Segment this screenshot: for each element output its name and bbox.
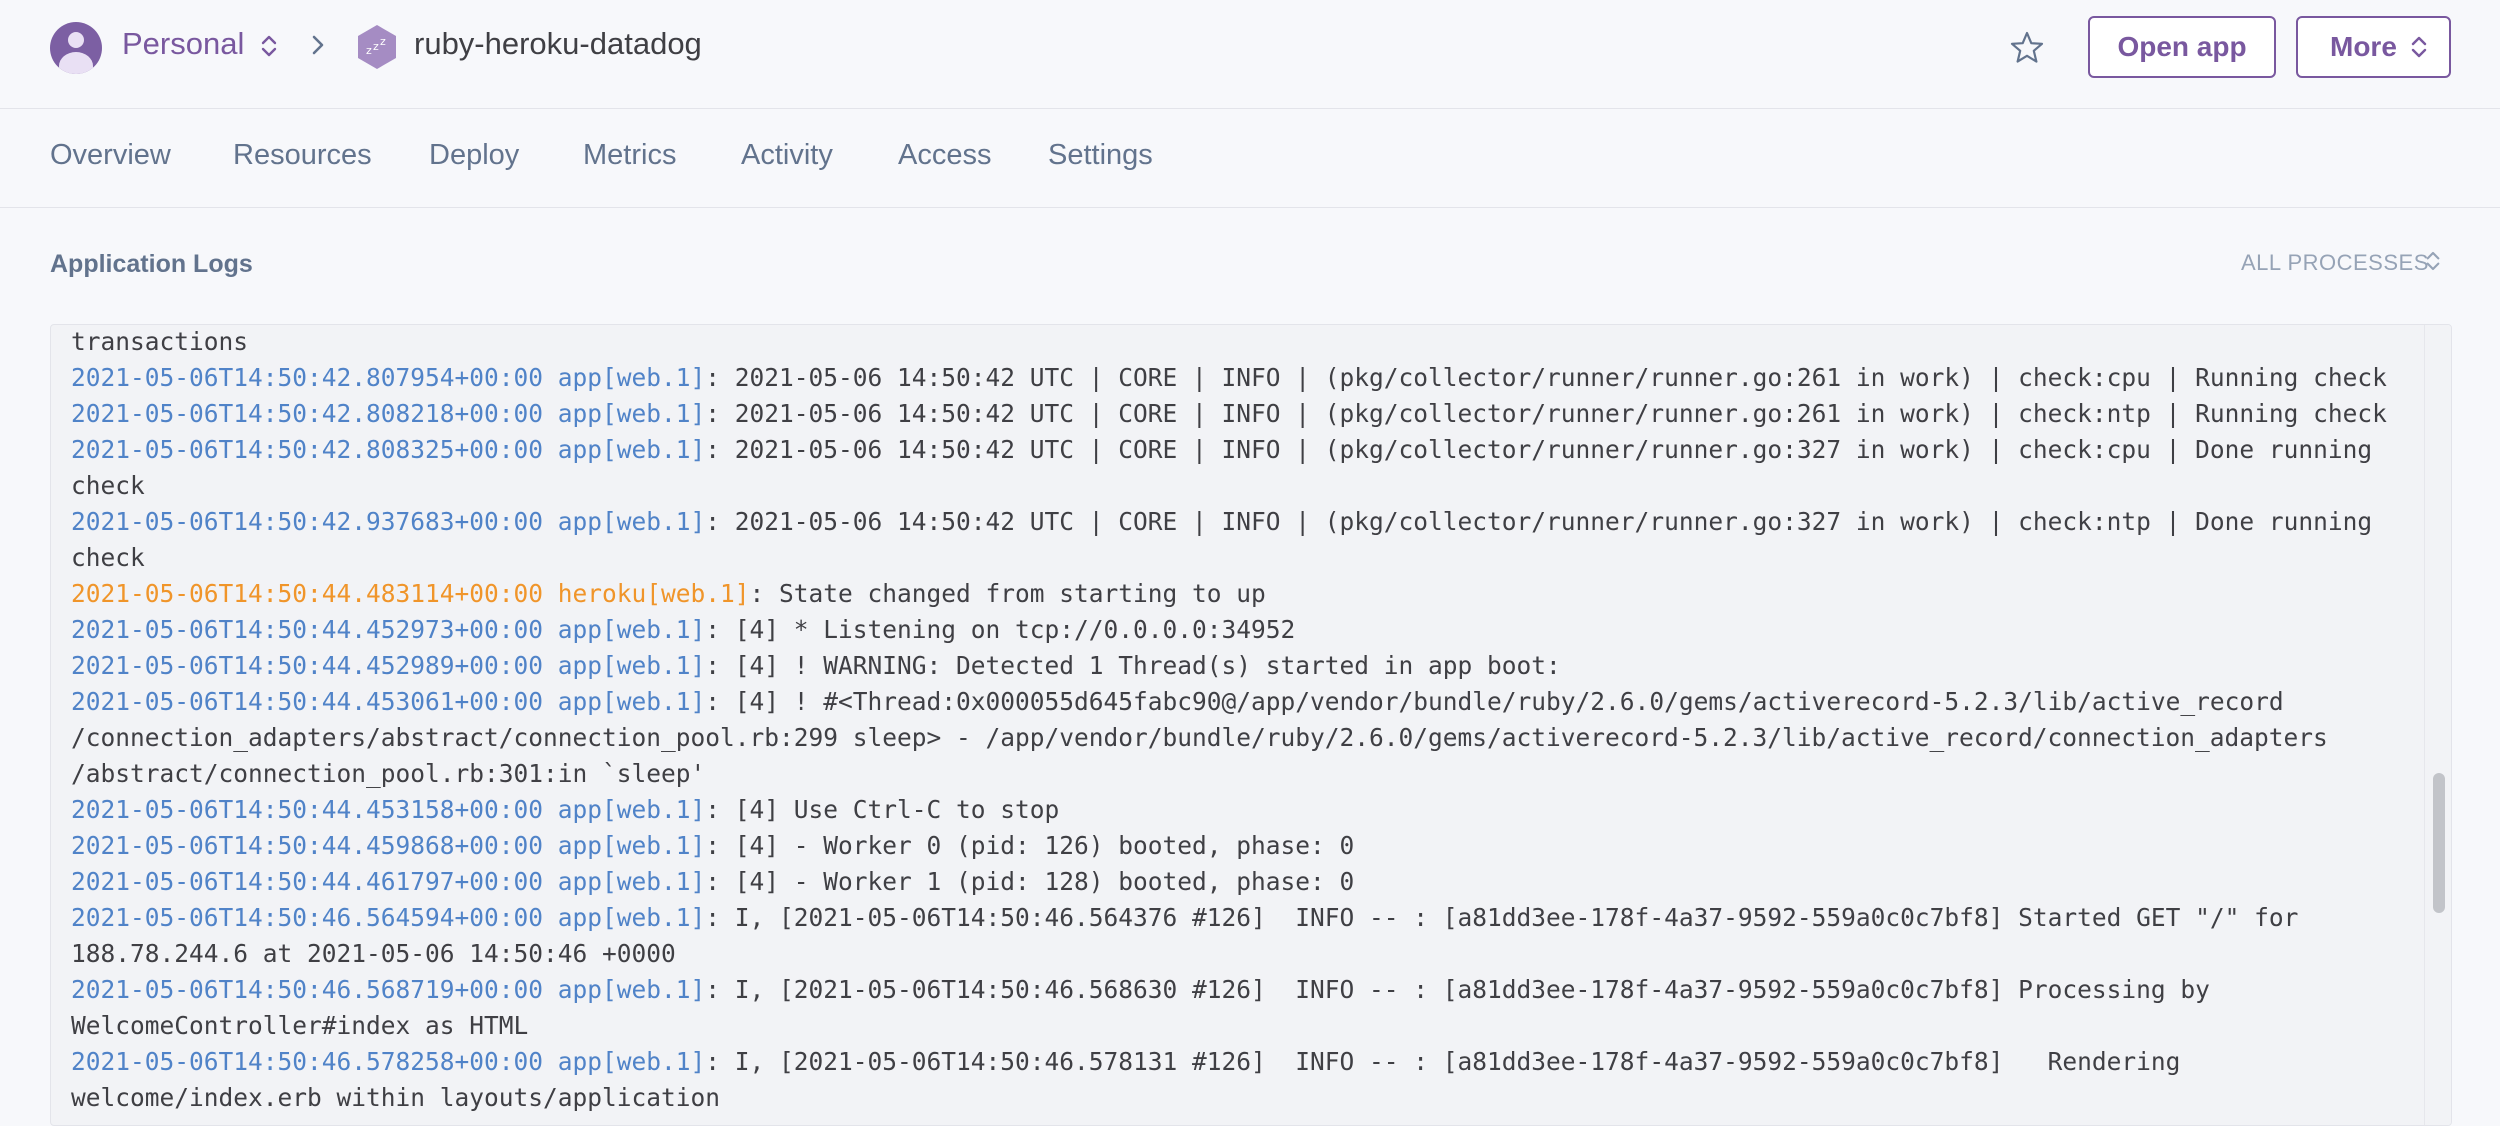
tab-deploy[interactable]: Deploy: [429, 139, 519, 172]
log-timestamp: 2021-05-06T14:50:42.808325+00:00: [71, 435, 544, 464]
updown-chevron-icon: [2411, 36, 2427, 58]
log-timestamp: 2021-05-06T14:50:44.461797+00:00: [71, 867, 544, 896]
log-line: 2021-05-06T14:50:44.461797+00:00 app[web…: [71, 864, 2441, 900]
log-line: 2021-05-06T14:50:46.568719+00:00 app[web…: [71, 972, 2441, 1044]
log-line: transactions: [71, 325, 2441, 360]
log-line: 2021-05-06T14:50:42.807954+00:00 app[web…: [71, 360, 2441, 396]
tab-access[interactable]: Access: [898, 139, 991, 172]
log-message: : [4] Use Ctrl-C to stop: [705, 795, 1060, 824]
updown-chevron-icon[interactable]: [260, 31, 278, 61]
log-line: 2021-05-06T14:50:44.452973+00:00 app[web…: [71, 612, 2441, 648]
log-line: 2021-05-06T14:50:44.483114+00:00 heroku[…: [71, 576, 2441, 612]
log-message: : [4] - Worker 1 (pid: 128) booted, phas…: [705, 867, 1355, 896]
log-source: app[web.1]: [557, 975, 706, 1004]
log-timestamp: 2021-05-06T14:50:46.578258+00:00: [71, 1047, 544, 1076]
log-line: 2021-05-06T14:50:44.453061+00:00 app[web…: [71, 684, 2441, 792]
log-message: : State changed from starting to up: [749, 579, 1266, 608]
log-source: app[web.1]: [557, 363, 706, 392]
log-timestamp: 2021-05-06T14:50:44.459868+00:00: [71, 831, 544, 860]
log-message: transactions: [71, 327, 249, 356]
process-filter-label: ALL PROCESSES: [2241, 250, 2429, 275]
log-line: 2021-05-06T14:50:42.808325+00:00 app[web…: [71, 432, 2441, 504]
open-app-button[interactable]: Open app: [2088, 16, 2276, 78]
star-icon[interactable]: [2008, 29, 2046, 67]
log-message: : 2021-05-06 14:50:42 UTC | CORE | INFO …: [705, 399, 2387, 428]
log-source: app[web.1]: [557, 1047, 706, 1076]
tab-overview[interactable]: Overview: [50, 139, 171, 172]
log-source: app[web.1]: [557, 651, 706, 680]
updown-chevron-icon: [2426, 251, 2440, 271]
svg-text:z: z: [366, 44, 372, 57]
log-line: 2021-05-06T14:50:44.459868+00:00 app[web…: [71, 828, 2441, 864]
log-timestamp: 2021-05-06T14:50:46.564594+00:00: [71, 903, 544, 932]
section-title: Application Logs: [50, 250, 253, 278]
log-line: 2021-05-06T14:50:44.453158+00:00 app[web…: [71, 792, 2441, 828]
log-line: 2021-05-06T14:50:42.937683+00:00 app[web…: [71, 504, 2441, 576]
log-timestamp: 2021-05-06T14:50:44.453158+00:00: [71, 795, 544, 824]
log-line: 2021-05-06T14:50:44.452989+00:00 app[web…: [71, 648, 2441, 684]
log-source: app[web.1]: [557, 399, 706, 428]
log-timestamp: 2021-05-06T14:50:42.808218+00:00: [71, 399, 544, 428]
log-message: : 2021-05-06 14:50:42 UTC | CORE | INFO …: [705, 363, 2387, 392]
chevron-right-icon: [312, 35, 324, 55]
tab-metrics[interactable]: Metrics: [583, 139, 676, 172]
log-message: : [4] ! WARNING: Detected 1 Thread(s) st…: [705, 651, 1561, 680]
log-lines: transactions 2021-05-06T14:50:42.807954+0…: [71, 325, 2441, 1116]
log-timestamp: 2021-05-06T14:50:42.807954+00:00: [71, 363, 544, 392]
log-source: heroku[web.1]: [557, 579, 750, 608]
log-line: 2021-05-06T14:50:42.808218+00:00 app[web…: [71, 396, 2441, 432]
log-message: : [4] * Listening on tcp://0.0.0.0:34952: [705, 615, 1296, 644]
app-name: ruby-heroku-datadog: [414, 26, 702, 61]
tab-activity[interactable]: Activity: [741, 139, 833, 172]
log-timestamp: 2021-05-06T14:50:46.568719+00:00: [71, 975, 544, 1004]
tab-settings[interactable]: Settings: [1048, 139, 1153, 172]
more-button[interactable]: More: [2296, 16, 2451, 78]
process-filter-select[interactable]: ALL PROCESSES: [2241, 250, 2440, 276]
app-header: Personal z z z ruby-heroku-datadog Open …: [0, 0, 2500, 109]
sleeping-dyno-hexagon-icon: z z z: [358, 25, 396, 69]
log-source: app[web.1]: [557, 507, 706, 536]
log-message: : [4] - Worker 0 (pid: 126) booted, phas…: [705, 831, 1355, 860]
log-source: app[web.1]: [557, 615, 706, 644]
log-source: app[web.1]: [557, 795, 706, 824]
log-source: app[web.1]: [557, 687, 706, 716]
log-timestamp: 2021-05-06T14:50:44.452973+00:00: [71, 615, 544, 644]
svg-text:z: z: [373, 40, 379, 53]
tab-resources[interactable]: Resources: [233, 139, 372, 172]
log-line: 2021-05-06T14:50:46.578258+00:00 app[web…: [71, 1044, 2441, 1116]
user-avatar-icon[interactable]: [50, 22, 102, 74]
log-timestamp: 2021-05-06T14:50:42.937683+00:00: [71, 507, 544, 536]
log-source: app[web.1]: [557, 435, 706, 464]
svg-text:z: z: [380, 35, 386, 48]
log-viewer[interactable]: transactions 2021-05-06T14:50:42.807954+0…: [50, 324, 2452, 1126]
log-timestamp: 2021-05-06T14:50:44.452989+00:00: [71, 651, 544, 680]
team-switcher-label[interactable]: Personal: [122, 26, 244, 62]
log-line: 2021-05-06T14:50:46.564594+00:00 app[web…: [71, 900, 2441, 972]
log-scrollbar[interactable]: [2424, 325, 2451, 1125]
log-timestamp: 2021-05-06T14:50:44.483114+00:00: [71, 579, 544, 608]
log-scrollbar-thumb[interactable]: [2433, 773, 2445, 913]
app-nav-tabs: Overview Resources Deploy Metrics Activi…: [0, 109, 2500, 208]
more-button-label: More: [2330, 31, 2397, 62]
log-source: app[web.1]: [557, 867, 706, 896]
log-source: app[web.1]: [557, 903, 706, 932]
log-timestamp: 2021-05-06T14:50:44.453061+00:00: [71, 687, 544, 716]
log-source: app[web.1]: [557, 831, 706, 860]
